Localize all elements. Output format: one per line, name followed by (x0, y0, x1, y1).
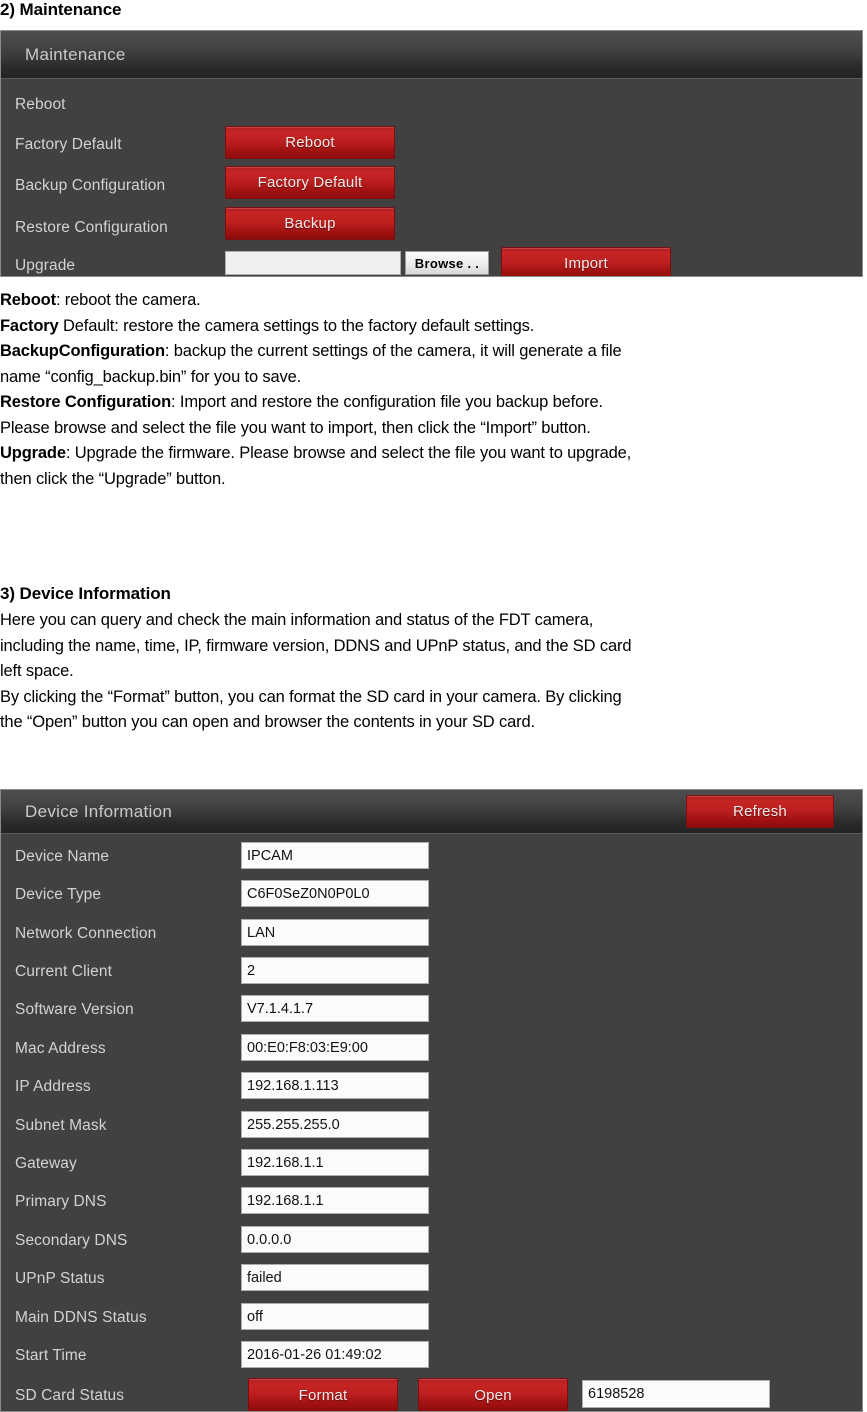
device-info-section-heading: 3) Device Information (0, 584, 171, 603)
import-button[interactable]: Import (501, 247, 671, 276)
restore-configuration-browse-button[interactable]: Browse . . (405, 251, 489, 275)
device-info-value-device-type[interactable]: C6F0SeZ0N0P0L0 (241, 880, 429, 907)
maintenance-panel-title: Maintenance (25, 44, 126, 64)
device-information-panel-header: Device Information Refresh (1, 790, 862, 834)
page-root: 2) Maintenance Maintenance Reboot Reboot… (0, 0, 867, 1412)
device-information-panel-title: Device Information (25, 801, 173, 821)
device-info-label-network-connection: Network Connection (15, 925, 157, 942)
format-sd-card-button[interactable]: Format (248, 1378, 398, 1411)
device-info-value-upnp-status[interactable]: failed (241, 1264, 429, 1291)
open-sd-card-button[interactable]: Open (418, 1378, 568, 1411)
device-info-value-secondary-dns[interactable]: 0.0.0.0 (241, 1226, 429, 1253)
device-info-value-gateway[interactable]: 192.168.1.1 (241, 1149, 429, 1176)
device-info-label-device-name: Device Name (15, 848, 110, 865)
restore-configuration-file-input[interactable] (225, 251, 401, 275)
maintenance-section-heading: 2) Maintenance (0, 0, 122, 19)
desc-rest-upgrade: : Upgrade the firmware. Please browse an… (65, 444, 632, 462)
device-info-value-network-connection[interactable]: LAN (241, 919, 429, 946)
device-info-value-current-client[interactable]: 2 (241, 957, 429, 984)
device-info-value-ip-address[interactable]: 192.168.1.113 (241, 1072, 429, 1099)
device-info-value-device-name[interactable]: IPCAM (241, 842, 429, 869)
desc-rest-restore: : Import and restore the configuration f… (171, 393, 603, 411)
desc-rest-factory: Default: restore the camera settings to … (58, 316, 535, 335)
device-info-value-primary-dns[interactable]: 192.168.1.1 (241, 1187, 429, 1214)
reboot-button[interactable]: Reboot (225, 126, 395, 159)
maintenance-description: Reboot: reboot the camera. Factory Defau… (0, 288, 867, 492)
maintenance-row-label-upgrade: Upgrade (15, 257, 76, 274)
desc-bold-backup: BackupConfiguration (0, 342, 165, 360)
maintenance-panel-header: Maintenance (1, 31, 862, 79)
desc-bold-upgrade: Upgrade (0, 444, 66, 462)
device-info-label-main-ddns-status: Main DDNS Status (15, 1309, 147, 1326)
desc-bold-restore: Restore Configuration (0, 393, 172, 411)
device-info-label-mac-address: Mac Address (15, 1040, 106, 1057)
devinfo-desc-line-1: Here you can query and check the main in… (0, 611, 594, 629)
devinfo-desc-line-4: By clicking the “Format” button, you can… (0, 687, 622, 706)
desc-line-upgrade: Upgrade: Upgrade the firmware. Please br… (0, 441, 867, 467)
device-info-label-device-type: Device Type (15, 886, 102, 903)
desc-bold-factory: Factory (0, 316, 59, 335)
devinfo-desc-line-3: left space. (0, 662, 74, 680)
device-info-label-primary-dns: Primary DNS (15, 1193, 107, 1210)
desc-rest-reboot: : reboot the camera. (55, 291, 201, 309)
desc-line-backup: BackupConfiguration: backup the current … (0, 339, 867, 365)
refresh-button[interactable]: Refresh (686, 795, 834, 828)
maintenance-panel-body: Reboot Reboot Factory Default Factory De… (1, 79, 862, 276)
device-information-panel: Device Information Refresh Device Name I… (0, 789, 863, 1412)
device-info-label-start-time: Start Time (15, 1347, 87, 1364)
factory-default-button[interactable]: Factory Default (225, 166, 395, 199)
desc-line-backup-2: name “config_backup.bin” for you to save… (0, 367, 302, 386)
device-info-value-main-ddns-status[interactable]: off (241, 1303, 429, 1330)
device-info-label-gateway: Gateway (15, 1155, 77, 1172)
maintenance-row-label-backup-configuration: Backup Configuration (15, 177, 166, 194)
devinfo-desc-line-5: the “Open” button you can open and brows… (0, 713, 535, 731)
maintenance-row-label-restore-configuration: Restore Configuration (15, 219, 168, 236)
maintenance-panel: Maintenance Reboot Reboot Factory Defaul… (0, 30, 863, 277)
device-info-label-subnet-mask: Subnet Mask (15, 1117, 107, 1134)
device-info-value-start-time[interactable]: 2016-01-26 01:49:02 (241, 1341, 429, 1368)
backup-button[interactable]: Backup (225, 207, 395, 240)
device-info-label-software-version: Software Version (15, 1001, 134, 1018)
device-info-description: Here you can query and check the main in… (0, 608, 867, 736)
desc-line-upgrade-2: then click the “Upgrade” button. (0, 469, 226, 488)
desc-line-restore-2: Please browse and select the file you wa… (0, 418, 591, 437)
desc-bold-reboot: Reboot (0, 291, 56, 309)
device-info-label-upnp-status: UPnP Status (15, 1270, 105, 1287)
sd-card-free-space-value[interactable]: 6198528 (582, 1380, 770, 1408)
device-info-label-sd-card-status: SD Card Status (15, 1387, 125, 1404)
devinfo-desc-line-2: including the name, time, IP, firmware v… (0, 636, 632, 655)
desc-line-factory: Factory Default: restore the camera sett… (0, 314, 867, 340)
maintenance-row-label-factory-default: Factory Default (15, 136, 122, 153)
maintenance-row-label-reboot: Reboot (15, 96, 66, 113)
desc-rest-backup: : backup the current settings of the cam… (164, 342, 622, 360)
desc-line-reboot: Reboot: reboot the camera. (0, 288, 867, 314)
device-info-value-software-version[interactable]: V7.1.4.1.7 (241, 995, 429, 1022)
device-info-label-current-client: Current Client (15, 963, 113, 980)
desc-line-restore: Restore Configuration: Import and restor… (0, 390, 867, 416)
device-info-label-secondary-dns: Secondary DNS (15, 1232, 128, 1249)
device-information-panel-body: Device Name IPCAM Device Type C6F0SeZ0N0… (1, 834, 862, 1411)
device-info-value-subnet-mask[interactable]: 255.255.255.0 (241, 1111, 429, 1138)
device-info-value-mac-address[interactable]: 00:E0:F8:03:E9:00 (241, 1034, 429, 1061)
device-info-label-ip-address: IP Address (15, 1078, 91, 1095)
